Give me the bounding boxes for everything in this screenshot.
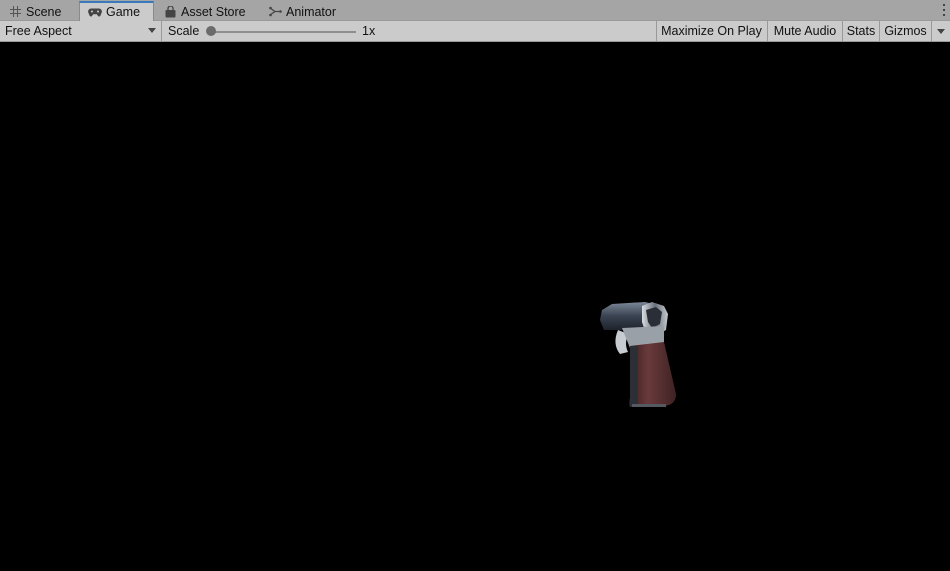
aspect-dropdown-label: Free Aspect: [5, 24, 72, 38]
animator-icon: [268, 5, 282, 19]
gizmos-label: Gizmos: [884, 24, 927, 38]
scale-slider-thumb[interactable]: [206, 26, 216, 36]
tab-game[interactable]: Game: [79, 1, 154, 21]
game-viewport[interactable]: [0, 42, 950, 571]
gamepad-icon: [88, 5, 102, 19]
maximize-on-play-button[interactable]: Maximize On Play: [656, 21, 766, 41]
gizmos-button[interactable]: Gizmos: [879, 21, 931, 41]
tab-game-label: Game: [106, 5, 141, 19]
chevron-down-icon: [937, 28, 945, 34]
tab-asset-store-label: Asset Store: [181, 4, 246, 19]
maximize-on-play-label: Maximize On Play: [661, 24, 762, 38]
tab-scene-label: Scene: [26, 4, 62, 19]
pistol-model: [600, 302, 676, 407]
scale-control: Scale 1x: [168, 21, 388, 41]
stats-button[interactable]: Stats: [842, 21, 879, 41]
tab-animator[interactable]: Animator: [260, 2, 360, 21]
scale-value: 1x: [362, 24, 376, 38]
tab-bar: Scene Game Asset Store Animator: [0, 0, 950, 21]
tab-scene[interactable]: Scene: [0, 2, 79, 21]
tab-animator-label: Animator: [286, 4, 337, 19]
scale-label: Scale: [168, 24, 200, 38]
mute-audio-label: Mute Audio: [773, 24, 837, 38]
more-options-icon[interactable]: [941, 4, 947, 16]
aspect-dropdown[interactable]: Free Aspect: [0, 21, 162, 41]
shopping-bag-icon: [163, 5, 177, 19]
scale-slider-track[interactable]: [211, 31, 356, 33]
tab-asset-store[interactable]: Asset Store: [155, 2, 259, 21]
mute-audio-button[interactable]: Mute Audio: [767, 21, 842, 41]
chevron-down-icon: [148, 28, 156, 33]
stats-label: Stats: [846, 24, 876, 38]
game-toolbar: Free Aspect Scale 1x Maximize On Play Mu…: [0, 21, 950, 42]
gizmos-dropdown[interactable]: [931, 21, 950, 41]
game-view-window: Scene Game Asset Store Animator Free Asp…: [0, 0, 950, 571]
grid-icon: [8, 5, 22, 19]
